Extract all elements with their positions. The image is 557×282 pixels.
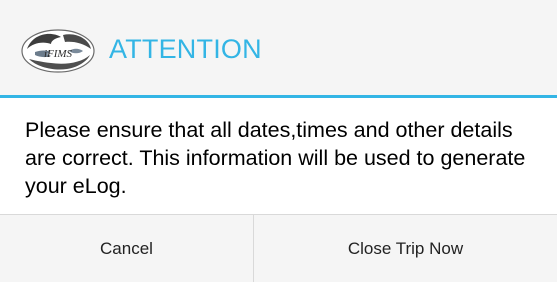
dialog-button-bar: Cancel Close Trip Now	[0, 214, 557, 282]
dialog-message: Please ensure that all dates,times and o…	[25, 118, 526, 198]
cancel-button[interactable]: Cancel	[0, 215, 253, 282]
header-divider	[0, 95, 557, 98]
close-trip-now-button[interactable]: Close Trip Now	[254, 215, 557, 282]
dialog-title: ATTENTION	[109, 34, 262, 64]
attention-dialog: iFIMS ATTENTION Please ensure that all d…	[0, 0, 557, 282]
dialog-header: iFIMS ATTENTION	[0, 0, 557, 95]
logo-text: iFIMS	[44, 48, 73, 60]
ifims-logo-icon: iFIMS	[21, 29, 95, 73]
